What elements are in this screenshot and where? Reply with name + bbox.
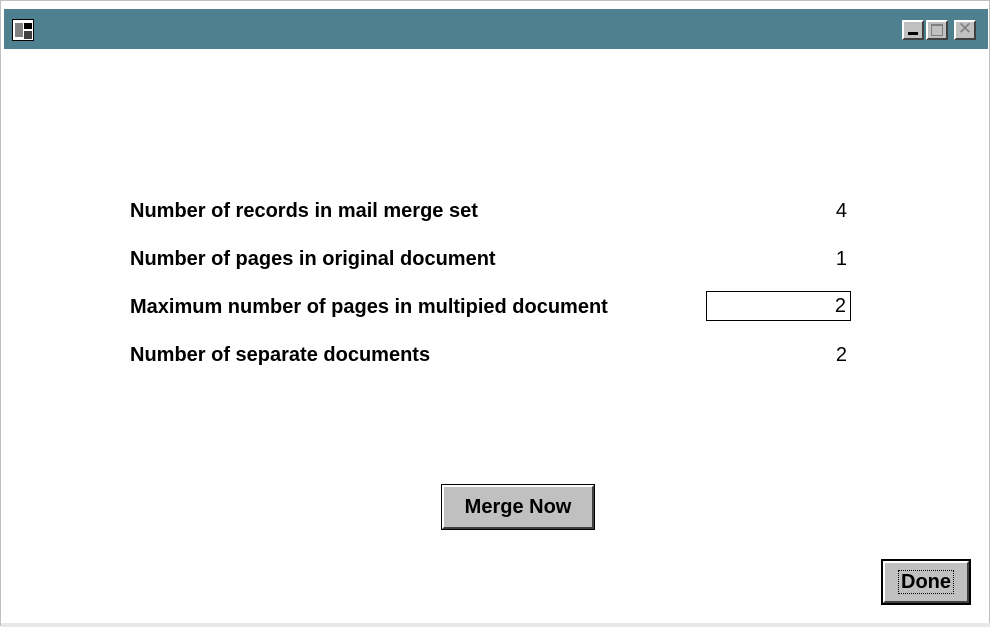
title-bar[interactable]: ✕ [4, 9, 988, 49]
done-button-label: Done [898, 570, 954, 594]
window-bottom-edge [1, 623, 990, 627]
done-button[interactable]: Done [881, 559, 971, 605]
separate-docs-label: Number of separate documents [130, 344, 431, 366]
close-icon: ✕ [957, 19, 973, 38]
close-button[interactable]: ✕ [954, 19, 976, 40]
merge-now-button[interactable]: Merge Now [441, 484, 595, 530]
separate-docs-value: 2 [835, 344, 847, 366]
merge-dialog-window: ✕ Number of records in mail merge set 4 … [0, 0, 990, 627]
max-pages-label: Maximum number of pages in multipied doc… [130, 296, 608, 318]
max-pages-input[interactable] [706, 291, 851, 321]
records-count-value: 4 [835, 200, 847, 222]
minimize-button[interactable] [902, 20, 924, 40]
maximize-icon [931, 24, 943, 36]
minimize-icon [908, 32, 918, 35]
maximize-button[interactable] [926, 20, 948, 40]
original-pages-label: Number of pages in original document [130, 248, 496, 270]
app-icon[interactable] [12, 19, 34, 41]
original-pages-value: 1 [835, 248, 847, 270]
records-count-label: Number of records in mail merge set [130, 200, 478, 222]
